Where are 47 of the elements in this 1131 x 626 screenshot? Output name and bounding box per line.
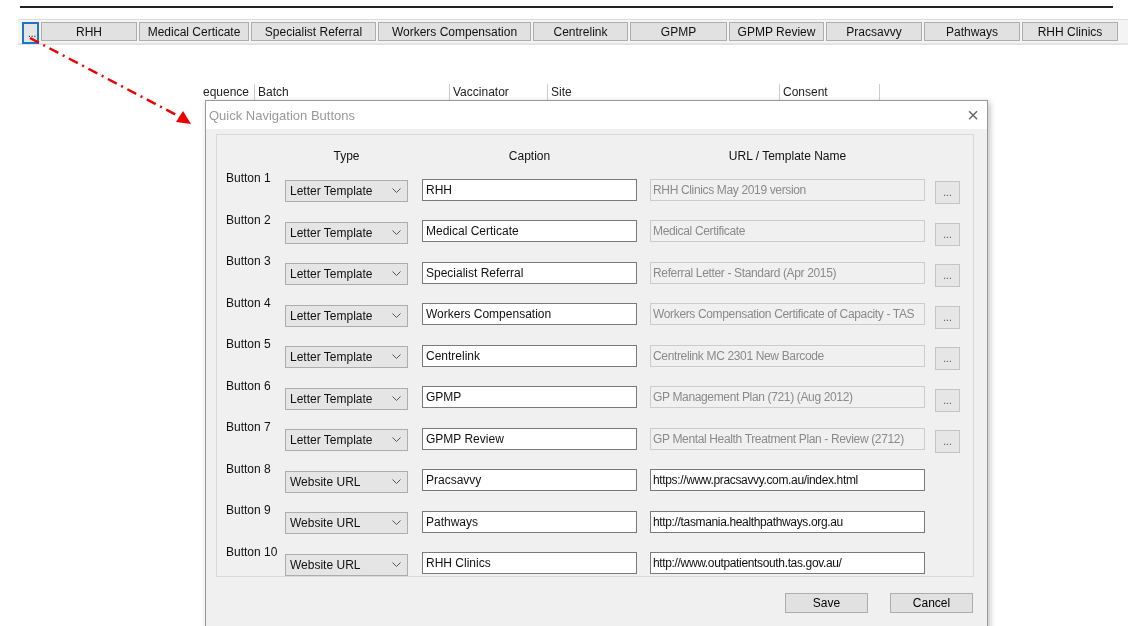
close-button[interactable]: × [967, 105, 979, 125]
row-label: Button 3 [226, 253, 271, 268]
row-label: Button 5 [226, 336, 271, 351]
type-dropdown[interactable]: Website URL [285, 470, 408, 493]
row-label: Button 6 [226, 377, 271, 393]
dialog-button[interactable]: Save [785, 593, 868, 613]
chevron-down-icon [392, 354, 401, 361]
toolbar-button[interactable]: RHH [41, 22, 137, 41]
caption-field[interactable]: Pracsavvy [422, 469, 637, 492]
url-field[interactable]: https://www.pracsavvy.com.au/index.html [650, 469, 925, 492]
row-label: Button 2 [226, 211, 271, 227]
chevron-down-icon [392, 478, 401, 485]
toolbar-button[interactable]: Centrelink [533, 22, 628, 41]
row-label: Button 4 [226, 294, 271, 310]
caption-field[interactable]: Pathways [422, 510, 637, 533]
chevron-down-icon [392, 229, 401, 236]
column-header: Caption [507, 149, 552, 163]
caption-field[interactable]: RHH Clinics [422, 552, 637, 575]
row-label: Button 1 [226, 170, 271, 185]
dialog-title: Quick Navigation Buttons [209, 107, 355, 123]
chevron-down-icon [392, 437, 401, 444]
chevron-down-icon [392, 271, 401, 278]
toolbar-button[interactable]: GPMP Review [729, 22, 824, 41]
chevron-down-icon [392, 188, 401, 195]
row-label: Button 10 [226, 543, 278, 559]
column-header: URL / Template Name [727, 149, 848, 163]
toolbar-button[interactable]: Medical Certicate [139, 22, 249, 41]
chevron-down-icon [392, 395, 401, 402]
row-label: Button 9 [226, 502, 271, 517]
toolbar-button[interactable]: ... [22, 22, 39, 44]
toolbar-button[interactable]: Specialist Referral [251, 22, 376, 41]
toolbar-button[interactable]: Pracsavvy [826, 22, 922, 41]
chevron-down-icon [392, 561, 401, 568]
toolbar-button[interactable]: Workers Compensation [378, 22, 531, 41]
row-label: Button 7 [226, 419, 271, 434]
type-dropdown[interactable]: Website URL [285, 512, 408, 535]
toolbar-button[interactable]: GPMP [630, 22, 727, 41]
dialog-button[interactable]: Cancel [890, 593, 973, 613]
url-field[interactable]: http://www.outpatientsouth.tas.gov.au/ [650, 552, 925, 575]
column-header: Type [332, 149, 361, 163]
chevron-down-icon [392, 520, 401, 527]
toolbar-button[interactable]: RHH Clinics [1022, 22, 1118, 41]
row-label: Button 8 [226, 460, 271, 476]
chevron-down-icon [392, 312, 401, 319]
type-dropdown[interactable]: Website URL [285, 553, 408, 576]
toolbar-button[interactable]: Pathways [924, 22, 1020, 41]
url-field[interactable]: http://tasmania.healthpathways.org.au [650, 510, 925, 533]
